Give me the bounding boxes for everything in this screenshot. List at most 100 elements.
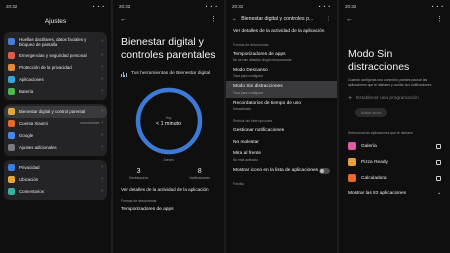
screenshot-strip: 20:32 • • • Ajustes Huellas dactilares, … (0, 0, 450, 253)
option-title: Modo Sin distracciones (233, 84, 283, 90)
app-row[interactable]: Galería (339, 138, 450, 154)
section-header: Formas de desconectar (121, 198, 157, 203)
settings-item[interactable]: Ubicación › (4, 174, 107, 186)
chevron-right-icon: › (101, 51, 103, 58)
settings-option[interactable]: Modo Descanso Toca para configurar (226, 65, 337, 81)
app-row[interactable]: Pizza Ready (339, 154, 450, 170)
settings-option[interactable]: No molestar (226, 137, 337, 149)
app-checkbox[interactable] (436, 143, 441, 149)
status-time: 20:32 (345, 3, 357, 9)
settings-option[interactable]: Mira al frente No está activado (226, 148, 337, 164)
back-arrow-icon[interactable]: ← (346, 16, 353, 23)
page-title: Bienestar digital y controles p... (241, 16, 314, 22)
app-name: Pizza Ready (361, 159, 388, 165)
show-all-apps-row[interactable]: Mostrar las 83 aplicaciones ⌄ (339, 186, 450, 201)
stat-label: Notificaciones (189, 176, 210, 180)
option-title: Recordatorios de tiempo de uso (233, 100, 301, 106)
option-title: Gestionar notificaciones (233, 128, 285, 134)
status-icons: • • • (431, 3, 444, 9)
google-icon (8, 132, 15, 140)
item-title: Ver detalles de la actividad de la aplic… (233, 29, 325, 34)
option-subtitle: No se han añadido ningún temporizador (233, 57, 292, 62)
usage-stats: 3 Desbloqueos 8 Notificaciones (113, 162, 224, 180)
settings-option[interactable]: Modo Sin distracciones Toca para configur… (226, 81, 337, 98)
app-checkbox[interactable] (436, 175, 441, 181)
chevron-right-icon: › (101, 38, 103, 45)
settings-item[interactable]: Comentarios › (4, 186, 107, 198)
privacy-shield-icon (8, 164, 15, 172)
settings-item-label: Google (19, 132, 34, 138)
set-schedule-row[interactable]: + Establecer una programación (339, 87, 450, 102)
settings-item-label: Bienestar digital y control parental (19, 108, 86, 114)
more-vert-icon[interactable]: ⋮ (436, 15, 443, 23)
settings-list: Huellas dactilares, datos faciales y blo… (0, 32, 111, 200)
section-header: Reducir las interrupciones (233, 119, 273, 124)
settings-item[interactable]: Ajustes adicionales › (4, 142, 107, 154)
settings-item[interactable]: Bienestar digital y control parental › (4, 105, 107, 118)
section-header: Formas de desconectar (233, 42, 269, 47)
settings-item-value: xxxxxxxxxx (80, 120, 100, 125)
tools-subtitle: Tus herramientas de Bienestar digital (113, 62, 224, 77)
settings-item[interactable]: Cuenta Xiaomi xxxxxxxxxx › (4, 118, 107, 130)
settings-option[interactable]: Temporizadores de apps No se han añadido … (226, 49, 337, 65)
activity-details-link[interactable]: Ver detalles de la actividad de la aplic… (226, 26, 337, 38)
calculator-icon (348, 174, 356, 183)
option-subtitle: No está activado (233, 157, 258, 162)
settings-item[interactable]: Aplicaciones › (4, 74, 107, 86)
settings-item-label: Cuenta Xiaomi (19, 120, 48, 126)
usage-ring-text: Hoy < 1 minuto (133, 85, 205, 157)
settings-item[interactable]: Batería › (4, 86, 107, 98)
settings-option[interactable]: Recordatorios de tiempo de uso Desactivad… (226, 98, 337, 114)
settings-item-label: Protección de la privacidad (19, 64, 72, 70)
focus-mode-screen: 20:32 • • • ← ⋮ Modo Sin distracciones C… (339, 0, 450, 253)
status-bar: 20:32 • • • (339, 0, 450, 12)
battery-icon (8, 88, 15, 96)
top-app-bar: ← ⋮ (113, 12, 224, 26)
subtitle-text: Tus herramientas de Bienestar digital (131, 71, 211, 76)
settings-group: Bienestar digital y control parental › Cue… (4, 103, 107, 156)
status-bar: 20:32 • • • (0, 0, 111, 12)
back-arrow-icon[interactable]: ← (232, 16, 237, 22)
show-icon-switch[interactable] (319, 167, 330, 174)
chevron-right-icon: › (101, 175, 103, 182)
app-timers-item[interactable]: Temporizadores de apps (113, 203, 224, 212)
settings-item[interactable]: Google › (4, 130, 107, 142)
bar-chart-icon (121, 71, 128, 77)
activity-details-link[interactable]: Ver detalles de la actividad de la aplic… (113, 180, 224, 193)
section-header: Selecciona las aplicaciones que te distr… (348, 131, 413, 136)
emergency-icon (8, 52, 15, 60)
settings-item[interactable]: Privacidad › (4, 162, 107, 174)
show-icon-toggle-row[interactable]: Mostrar icono en la lista de aplicacione… (226, 165, 337, 177)
activate-now-button[interactable]: Activar ahora (355, 108, 387, 118)
settings-item-label: Ubicación (19, 176, 39, 182)
top-app-bar: ← Bienestar digital y controles p... ⋮ (226, 12, 337, 26)
settings-item[interactable]: Emergencias y seguridad personal › (4, 50, 107, 62)
status-time: 20:32 (119, 3, 131, 9)
status-time: 20:32 (6, 3, 18, 9)
usage-ring[interactable]: Hoy < 1 minuto (133, 85, 205, 157)
xiaomi-icon (8, 120, 15, 128)
apps-icon (8, 76, 15, 84)
status-icons: • • • (318, 3, 331, 9)
privacy-icon (8, 64, 15, 72)
stat-unlocks[interactable]: 3 Desbloqueos (129, 168, 148, 180)
app-name: Calculadora (361, 175, 387, 181)
app-checkbox[interactable] (436, 159, 441, 165)
focus-description: Cuando configuras una conexión, puedes p… (348, 78, 432, 87)
gallery-icon (348, 142, 356, 151)
settings-item[interactable]: Protección de la privacidad › (4, 62, 107, 74)
settings-screen: 20:32 • • • Ajustes Huellas dactilares, … (0, 0, 111, 253)
settings-option[interactable]: Gestionar notificaciones (226, 125, 337, 137)
back-arrow-icon[interactable]: ← (120, 16, 127, 23)
settings-item[interactable]: Huellas dactilares, datos faciales y blo… (4, 34, 107, 50)
more-vert-icon[interactable]: ⋮ (210, 15, 217, 23)
option-subtitle: Toca para configurar (233, 90, 264, 95)
app-row[interactable]: Calculadora (339, 170, 450, 186)
option-subtitle: Desactivado (233, 107, 252, 112)
chevron-right-icon: › (101, 187, 103, 194)
set-schedule-label: Establecer una programación (356, 96, 419, 102)
ring-label: Hoy (165, 115, 172, 120)
more-vert-icon[interactable]: ⋮ (326, 16, 331, 22)
stat-notifications[interactable]: 8 Notificaciones (189, 168, 210, 180)
section-header: Familia (233, 181, 244, 186)
